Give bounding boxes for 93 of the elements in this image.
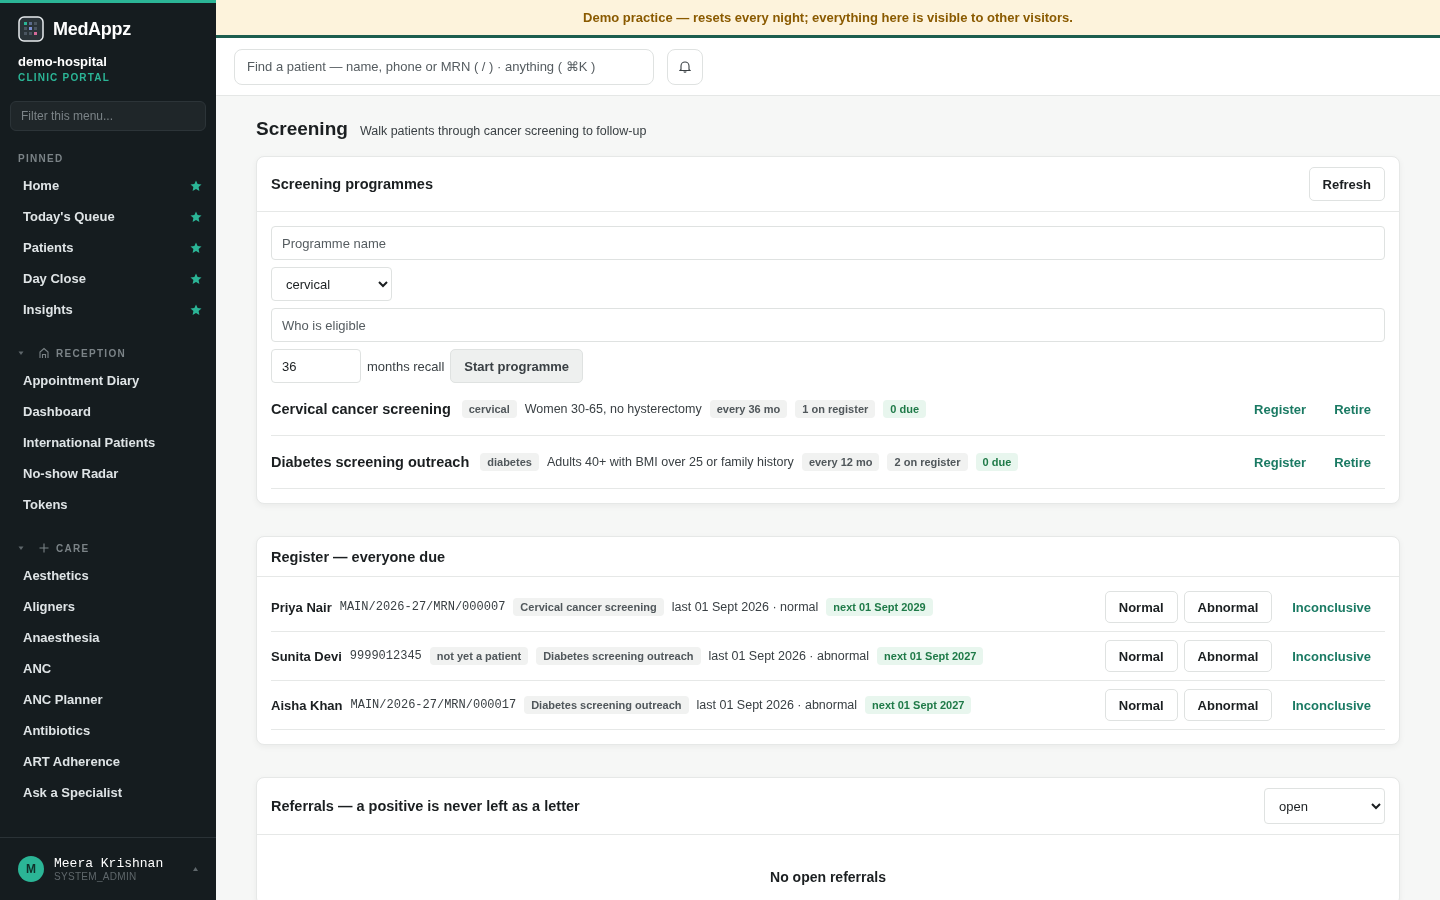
caret-icon[interactable] <box>18 545 24 551</box>
type-tag: cervical <box>461 400 517 418</box>
patient-id: MAIN/2026-27/MRN/000017 <box>350 698 517 712</box>
last-result-text: last 01 Sept 2026 · abnormal <box>708 649 870 663</box>
register-link[interactable]: Register <box>1254 454 1307 470</box>
retire-link[interactable]: Retire <box>1334 454 1371 470</box>
programme-tag: Diabetes screening outreach <box>536 647 701 665</box>
menu-item[interactable]: Ask a Specialist <box>0 777 216 808</box>
last-result-text: last 01 Sept 2026 · abnormal <box>696 698 858 712</box>
patient-id: MAIN/2026-27/MRN/000007 <box>339 600 506 614</box>
register-count-tag: 1 on register <box>795 400 876 418</box>
menu-item[interactable]: No-show Radar <box>0 458 216 489</box>
demo-banner: Demo practice — resets every night; everything here is visible to other visitors. <box>216 0 1440 38</box>
inconclusive-link[interactable]: Inconclusive <box>1292 648 1371 664</box>
menu-item[interactable]: Anaesthesia <box>0 622 216 653</box>
patient-name: Aisha Khan <box>271 697 343 713</box>
menu-item[interactable]: Day Close <box>0 263 216 294</box>
eligibility-text: Women 30-65, no hysterectomy <box>524 402 702 416</box>
due-count-tag: 0 due <box>883 400 927 418</box>
patient-id: 9999012345 <box>349 649 422 663</box>
next-due-tag: next 01 Sept 2027 <box>877 647 984 665</box>
status-tag: not yet a patient <box>429 647 529 665</box>
organization-name: demo-hospital <box>17 53 108 69</box>
section-label: RECEPTION <box>56 347 127 359</box>
empty-state-text: No open referrals <box>769 868 887 887</box>
patient-name: Sunita Devi <box>271 648 342 664</box>
register-count-tag: 2 on register <box>887 453 968 471</box>
retire-link[interactable]: Retire <box>1334 401 1371 417</box>
normal-button[interactable]: Normal <box>1104 591 1178 623</box>
menu-item[interactable]: Today's Queue <box>0 201 216 232</box>
abnormal-button[interactable]: Abnormal <box>1183 689 1273 721</box>
menu-item[interactable]: Insights <box>0 294 216 325</box>
recall-unit-label: months recall <box>367 358 445 374</box>
page-subtitle: Walk patients through cancer screening to follow-up <box>359 124 647 138</box>
plus-icon <box>38 542 50 554</box>
user-avatar: M <box>18 856 44 882</box>
patient-name: Priya Nair <box>271 599 332 615</box>
page-title: Screening <box>256 118 348 140</box>
abnormal-button[interactable]: Abnormal <box>1183 640 1273 672</box>
menu-item[interactable]: ANC Planner <box>0 684 216 715</box>
last-result-text: last 01 Sept 2026 · normal <box>671 600 819 614</box>
card-title: Referrals — a positive is never left as a letter <box>271 798 580 814</box>
logo-icon <box>18 16 44 42</box>
search-field[interactable]: Find a patient — name, phone or MRN ( / ) · anything ( ⌘K ) <box>234 48 654 85</box>
menu-item[interactable]: Aligners <box>0 591 216 622</box>
home-icon <box>38 347 50 359</box>
next-due-tag: next 01 Sept 2027 <box>865 696 972 714</box>
programme-tag: Diabetes screening outreach <box>524 696 689 714</box>
menu-item[interactable]: ANC <box>0 653 216 684</box>
menu-item[interactable]: Aesthetics <box>0 560 216 591</box>
notifications-button[interactable] <box>667 48 703 85</box>
section-label: CARE <box>56 542 90 554</box>
menu-item[interactable]: Dashboard <box>0 396 216 427</box>
menu-item[interactable]: Patients <box>0 232 216 263</box>
portal-label: CLINIC PORTAL <box>17 71 112 83</box>
menu-item[interactable]: ART Adherence <box>0 746 216 777</box>
section-label: PINNED <box>18 153 64 164</box>
programme-type-select[interactable]: cervical <box>271 267 392 301</box>
eligibility-text: Adults 40+ with BMI over 25 or family history <box>546 455 794 469</box>
next-due-tag: next 01 Sept 2029 <box>826 598 933 616</box>
inconclusive-link[interactable]: Inconclusive <box>1292 697 1371 713</box>
recall-months-field[interactable]: 36 <box>271 349 361 383</box>
card-title: Screening programmes <box>271 176 433 192</box>
due-count-tag: 0 due <box>975 453 1019 471</box>
register-link[interactable]: Register <box>1254 401 1307 417</box>
menu-item[interactable]: Tokens <box>0 489 216 520</box>
caret-icon[interactable] <box>18 350 24 356</box>
caret-icon[interactable] <box>193 867 198 871</box>
user-role: SYSTEM_ADMIN <box>54 871 138 882</box>
normal-button[interactable]: Normal <box>1104 640 1178 672</box>
eligibility-field[interactable]: Who is eligible <box>271 308 1385 342</box>
brand-name: MedAppz <box>53 18 131 40</box>
menu-item[interactable]: International Patients <box>0 427 216 458</box>
recall-tag: every 12 mo <box>801 453 880 471</box>
menu-item[interactable]: Appointment Diary <box>0 365 216 396</box>
card-title: Register — everyone due <box>271 548 446 565</box>
start-programme-button[interactable]: Start programme <box>450 349 584 383</box>
refresh-button[interactable]: Refresh <box>1308 167 1385 201</box>
programme-name: Cervical cancer screening <box>271 401 451 417</box>
menu-filter-field[interactable]: Filter this menu... <box>10 101 206 131</box>
programme-name: Diabetes screening outreach <box>271 454 470 470</box>
programme-name-field[interactable]: Programme name <box>271 226 1385 260</box>
inconclusive-link[interactable]: Inconclusive <box>1292 599 1371 615</box>
menu-item[interactable]: Home <box>0 170 216 201</box>
normal-button[interactable]: Normal <box>1104 689 1178 721</box>
abnormal-button[interactable]: Abnormal <box>1183 591 1273 623</box>
menu-item[interactable]: Antibiotics <box>0 715 216 746</box>
type-tag: diabetes <box>480 453 539 471</box>
bell-icon <box>679 60 691 73</box>
programme-tag: Cervical cancer screening <box>513 598 664 616</box>
referral-status-select[interactable]: open <box>1264 788 1385 824</box>
user-name: Meera Krishnan <box>54 856 165 871</box>
recall-tag: every 36 mo <box>709 400 788 418</box>
